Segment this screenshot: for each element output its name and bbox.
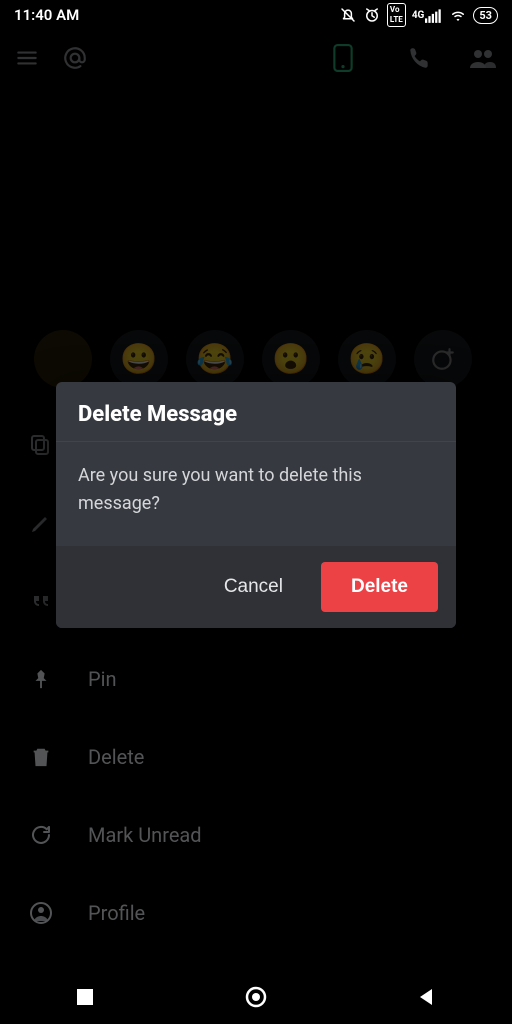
menu-item-profile[interactable]: Profile — [28, 874, 484, 952]
menu-item-label: Pin — [88, 667, 117, 691]
volte-icon: VoLTE — [387, 3, 406, 27]
delete-message-dialog: Delete Message Are you sure you want to … — [56, 382, 456, 628]
emoji-slot[interactable]: 😮 — [262, 330, 320, 388]
battery-indicator: 53 — [473, 7, 498, 24]
trash-icon — [28, 745, 54, 769]
cancel-button[interactable]: Cancel — [206, 562, 301, 612]
menu-item-mark-unread[interactable]: Mark Unread — [28, 796, 484, 874]
refresh-icon — [28, 823, 54, 847]
pin-icon — [28, 667, 54, 691]
profile-icon — [28, 901, 54, 925]
system-nav-bar — [0, 970, 512, 1024]
alarm-icon — [363, 6, 381, 24]
network-4g-icon: 4G — [412, 6, 444, 24]
dnd-bell-icon — [339, 6, 357, 24]
status-time: 11:40 AM — [14, 6, 79, 24]
home-button[interactable] — [244, 985, 268, 1009]
emoji-slot[interactable]: 😢 — [338, 330, 396, 388]
status-bar: 11:40 AM VoLTE 4G 53 — [0, 0, 512, 30]
emoji-add-button[interactable] — [414, 330, 472, 388]
dialog-actions: Cancel Delete — [56, 546, 456, 628]
quote-icon — [28, 589, 54, 613]
call-icon[interactable] — [406, 45, 432, 71]
emoji-slot[interactable] — [34, 330, 92, 388]
hamburger-icon[interactable] — [14, 45, 40, 71]
menu-item-label: Profile — [88, 901, 145, 925]
members-icon[interactable] — [468, 45, 498, 71]
dialog-title: Delete Message — [56, 382, 456, 441]
emoji-slot[interactable]: 😀 — [110, 330, 168, 388]
emoji-slot[interactable]: 😂 — [186, 330, 244, 388]
delete-button[interactable]: Delete — [321, 562, 438, 612]
menu-item-label: Mark Unread — [88, 823, 202, 847]
menu-item-label: Delete — [88, 745, 144, 769]
wifi-icon — [449, 6, 467, 24]
phone-device-icon[interactable] — [332, 44, 354, 72]
recents-button[interactable] — [75, 987, 95, 1007]
copy-icon — [28, 433, 54, 457]
dialog-body: Are you sure you want to delete this mes… — [56, 442, 456, 546]
status-icons: VoLTE 4G 53 — [339, 3, 498, 27]
back-button[interactable] — [417, 987, 437, 1007]
menu-item-delete[interactable]: Delete — [28, 718, 484, 796]
menu-item-pin[interactable]: Pin — [28, 640, 484, 718]
pencil-icon — [28, 511, 54, 535]
mention-icon[interactable] — [62, 45, 88, 71]
app-top-bar — [0, 30, 512, 86]
